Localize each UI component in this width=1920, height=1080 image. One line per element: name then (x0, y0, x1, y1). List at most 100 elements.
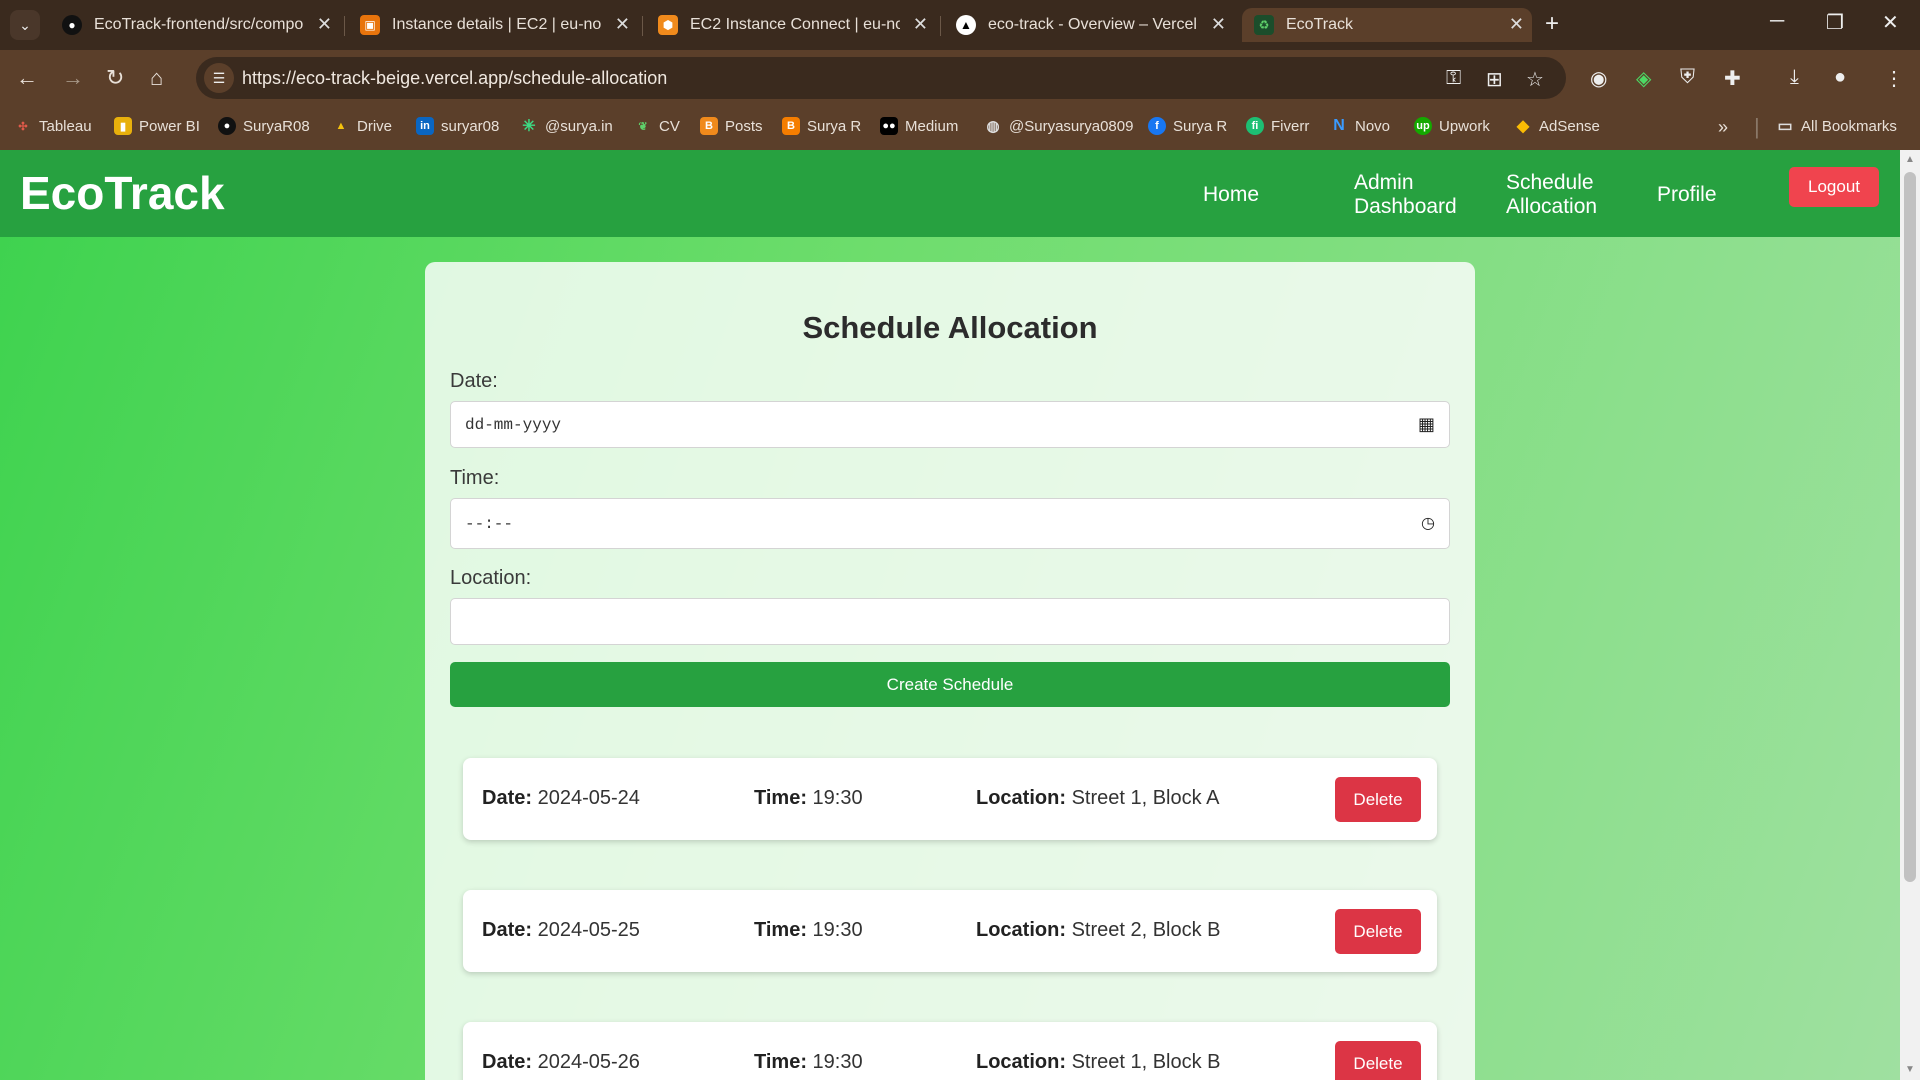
drive-icon: ▲ (335, 120, 347, 132)
tableau-icon: ✣ (18, 120, 28, 133)
page-viewport: EcoTrack Home Admin Dashboard Schedule A… (0, 150, 1900, 1080)
tab-separator (344, 16, 345, 36)
close-icon[interactable]: ✕ (1211, 14, 1226, 35)
password-key-icon[interactable]: ⚿ (1446, 67, 1461, 90)
schedule-date: Date: 2024-05-26 (482, 1051, 640, 1073)
globe-icon: ◍ (986, 118, 1000, 135)
nav-home[interactable]: Home (1203, 183, 1259, 207)
back-arrow-icon[interactable]: ← (16, 65, 38, 91)
address-bar[interactable]: ☰ https://eco-track-beige.vercel.app/sch… (196, 57, 1566, 99)
home-icon[interactable]: ⌂ (150, 65, 163, 91)
bookmark-surya-blogger[interactable]: B Surya R (782, 117, 861, 135)
location-label: Location: (450, 567, 532, 589)
upwork-icon: up (1414, 117, 1432, 135)
tab-search-chevron-icon[interactable]: ⌄ (10, 10, 40, 40)
bookmark-tableau[interactable]: ✣ Tableau (14, 117, 91, 135)
bookmark-drive[interactable]: ▲ Drive (332, 117, 392, 135)
close-window-icon[interactable]: ✕ (1882, 10, 1899, 35)
bookmark-linkedin[interactable]: in suryar08 (416, 117, 499, 135)
page-title: Schedule Allocation (802, 310, 1098, 345)
bookmark-adsense[interactable]: ◆ AdSense (1514, 117, 1600, 136)
nav-admin-dashboard[interactable]: Admin Dashboard (1354, 171, 1457, 219)
delete-button[interactable]: Delete (1335, 1041, 1421, 1080)
schedule-item: Date: 2024-05-24 Time: 19:30 Location: S… (463, 758, 1437, 840)
close-icon[interactable]: ✕ (317, 14, 332, 35)
clock-icon[interactable]: ◷ (1421, 513, 1435, 532)
nav-profile[interactable]: Profile (1657, 183, 1717, 207)
schedule-item: Date: 2024-05-25 Time: 19:30 Location: S… (463, 890, 1437, 972)
schedule-time: Time: 19:30 (754, 919, 863, 941)
calendar-icon[interactable]: ▦ (1418, 414, 1435, 435)
tab-ec2-connect[interactable]: ⬢ EC2 Instance Connect | eu-north ✕ (646, 8, 936, 42)
more-bookmarks-chevron-icon[interactable]: » (1718, 117, 1728, 138)
brand-logo[interactable]: EcoTrack (20, 166, 225, 220)
site-info-icon[interactable]: ☰ (204, 63, 234, 93)
bookmark-cv[interactable]: ❦ CV (634, 117, 679, 135)
schedule-card: Schedule Allocation Date: dd-mm-yyyy ▦ T… (425, 262, 1475, 1080)
profile-avatar-icon[interactable]: ● (1834, 66, 1846, 89)
install-app-icon[interactable]: ⊞ (1486, 67, 1503, 92)
extension-shield-icon[interactable]: ⛨ (1680, 66, 1695, 89)
bookmark-star-icon[interactable]: ☆ (1526, 67, 1544, 92)
aws-icon: ▣ (360, 15, 380, 35)
date-input[interactable]: dd-mm-yyyy ▦ (450, 401, 1450, 448)
extension-eye-icon[interactable]: ◈ (1636, 66, 1651, 91)
bookmark-suryasurya[interactable]: ◍ @Suryasurya0809 (984, 117, 1133, 136)
new-tab-plus-icon[interactable]: + (1545, 10, 1559, 38)
tab-ec2-instance[interactable]: ▣ Instance details | EC2 | eu-north ✕ (348, 8, 638, 42)
minimize-icon[interactable]: ─ (1770, 10, 1784, 33)
nav-admin-line1: Admin (1354, 171, 1414, 194)
download-icon[interactable]: ⤓ (1790, 66, 1799, 89)
bookmark-posts[interactable]: B Posts (700, 117, 763, 135)
bookmark-surya-in[interactable]: ✳ @surya.in (520, 117, 612, 136)
blogger-icon: B (700, 117, 718, 135)
tab-ecotrack[interactable]: ♻ EcoTrack ✕ (1242, 8, 1532, 42)
close-icon[interactable]: ✕ (913, 14, 928, 35)
novo-icon: N (1333, 117, 1345, 134)
bookmark-medium[interactable]: ●● Medium (880, 117, 958, 135)
scrollbar-thumb[interactable] (1904, 172, 1916, 882)
tab-vercel[interactable]: ▲ eco-track - Overview – Vercel ✕ (944, 8, 1234, 42)
create-schedule-button[interactable]: Create Schedule (450, 662, 1450, 707)
medium-icon: ●● (880, 117, 898, 135)
page-scrollbar[interactable]: ▲ ▼ (1900, 150, 1920, 1080)
tab-label: eco-track - Overview – Vercel (988, 16, 1197, 33)
tab-github[interactable]: ● EcoTrack-frontend/src/compone ✕ (50, 8, 340, 42)
schedule-date: Date: 2024-05-25 (482, 919, 640, 941)
bookmark-fiverr[interactable]: fi Fiverr (1246, 117, 1309, 135)
adsense-icon: ◆ (1516, 118, 1530, 135)
logout-button[interactable]: Logout (1789, 167, 1879, 207)
bookmark-github[interactable]: ● SuryaR08 (218, 117, 310, 135)
schedule-item: Date: 2024-05-26 Time: 19:30 Location: S… (463, 1022, 1437, 1080)
github-icon: ● (62, 15, 82, 35)
location-input[interactable] (450, 598, 1450, 645)
scroll-down-icon[interactable]: ▼ (1905, 1064, 1915, 1075)
url-text[interactable]: https://eco-track-beige.vercel.app/sched… (242, 68, 667, 89)
schedule-location: Location: Street 1, Block B (976, 1051, 1221, 1073)
nav-schedule-allocation[interactable]: Schedule Allocation (1506, 171, 1597, 219)
date-placeholder: dd-mm-yyyy (465, 415, 562, 434)
bookmark-novo[interactable]: N Novo (1330, 117, 1390, 135)
all-bookmarks[interactable]: ▭ All Bookmarks (1776, 117, 1896, 136)
bookmark-facebook[interactable]: f Surya R (1148, 117, 1227, 135)
close-icon[interactable]: ✕ (1509, 14, 1524, 35)
bookmarks-bar: ✣ Tableau ▮ Power BI ● SuryaR08 ▲ Drive in su… (0, 108, 1920, 150)
schedule-time: Time: 19:30 (754, 1051, 863, 1073)
delete-button[interactable]: Delete (1335, 909, 1421, 954)
extension-circle-icon[interactable]: ◉ (1590, 66, 1607, 91)
close-icon[interactable]: ✕ (615, 14, 630, 35)
time-input[interactable]: --:-- ◷ (450, 498, 1450, 549)
time-placeholder: --:-- (465, 514, 514, 533)
forward-arrow-icon[interactable]: → (62, 65, 84, 91)
bookmark-powerbi[interactable]: ▮ Power BI (114, 117, 200, 135)
reload-icon[interactable]: ↻ (106, 65, 124, 91)
menu-kebab-icon[interactable]: ⋮ (1884, 66, 1904, 91)
delete-button[interactable]: Delete (1335, 777, 1421, 822)
tab-label: EcoTrack (1286, 16, 1353, 33)
tab-label: EC2 Instance Connect | eu-north (690, 16, 900, 33)
scroll-up-icon[interactable]: ▲ (1905, 154, 1915, 165)
ecotrack-icon: ♻ (1254, 15, 1274, 35)
extensions-puzzle-icon[interactable]: ✚ (1724, 66, 1741, 91)
restore-icon[interactable]: ❐ (1826, 10, 1844, 35)
bookmark-upwork[interactable]: up Upwork (1414, 117, 1490, 135)
